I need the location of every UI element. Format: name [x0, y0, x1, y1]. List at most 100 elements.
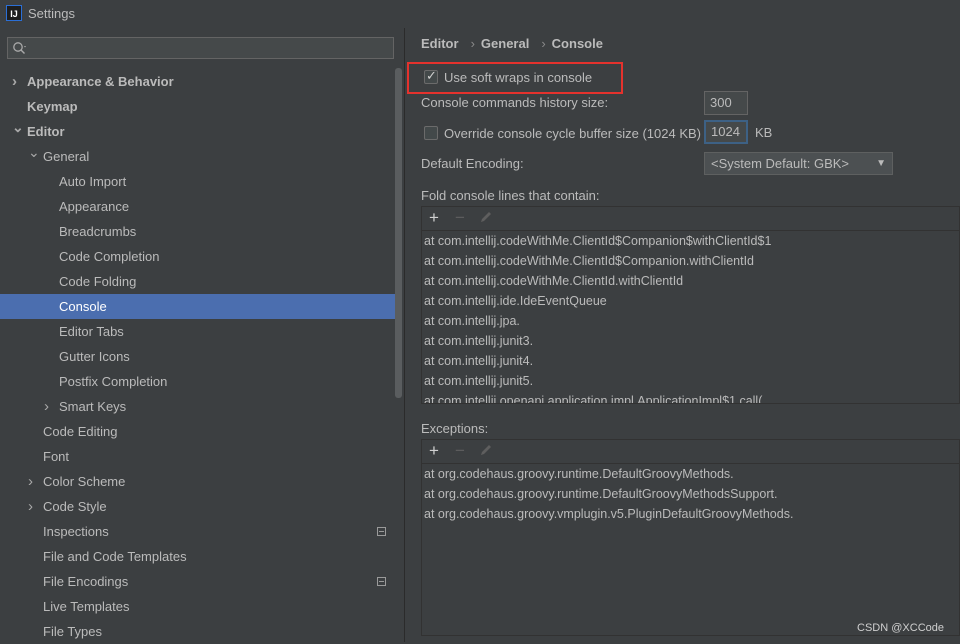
- list-item[interactable]: at com.intellij.codeWithMe.ClientId.with…: [422, 271, 959, 291]
- chevron-down-icon[interactable]: ⌄: [28, 140, 40, 165]
- override-buffer-label: Override console cycle buffer size (1024…: [444, 126, 701, 141]
- breadcrumb-separator-icon: ›: [470, 36, 475, 51]
- tree-item-editor[interactable]: ⌄ Editor: [0, 119, 404, 144]
- fold-lines-label: Fold console lines that contain:: [421, 188, 600, 203]
- tree-item-label: Gutter Icons: [59, 349, 130, 364]
- chevron-down-icon: ▼: [876, 158, 886, 169]
- tree-item-label: Keymap: [27, 99, 78, 114]
- intellij-logo-icon: IJ: [6, 5, 22, 21]
- tree-item-label: Appearance & Behavior: [27, 74, 174, 89]
- tree-item-live-templates[interactable]: Live Templates: [0, 594, 404, 619]
- soft-wraps-label: Use soft wraps in console: [444, 70, 593, 85]
- edit-pencil-icon[interactable]: [479, 210, 493, 224]
- tree-item-label: Code Style: [43, 499, 107, 514]
- tree-item-label: File Encodings: [43, 574, 129, 589]
- tree-item-smart-keys[interactable]: › Smart Keys: [0, 394, 404, 419]
- tree-item-label: Code Editing: [43, 424, 118, 439]
- tree-item-gutter-icons[interactable]: Gutter Icons: [0, 344, 404, 369]
- tree-item-keymap[interactable]: Keymap: [0, 94, 404, 119]
- list-item[interactable]: at com.intellij.junit5.: [422, 371, 959, 391]
- chevron-right-icon[interactable]: ›: [28, 469, 33, 494]
- tree-item-file-types[interactable]: File Types: [0, 619, 404, 644]
- project-scope-icon: [377, 527, 386, 536]
- list-item[interactable]: at com.intellij.junit4.: [422, 351, 959, 371]
- tree-item-breadcrumbs[interactable]: Breadcrumbs: [0, 219, 404, 244]
- remove-icon[interactable]: −: [455, 208, 465, 228]
- tree-item-label: Live Templates: [43, 599, 130, 614]
- add-icon[interactable]: +: [429, 441, 439, 461]
- tree-item-appearance-behavior[interactable]: › Appearance & Behavior: [0, 69, 404, 94]
- tree-item-label: Breadcrumbs: [59, 224, 137, 239]
- history-size-label: Console commands history size:: [421, 95, 609, 110]
- tree-item-label: Smart Keys: [59, 399, 127, 414]
- title-bar: IJ Settings: [0, 0, 960, 28]
- tree-item-file-encodings[interactable]: File Encodings: [0, 569, 404, 594]
- list-item[interactable]: at org.codehaus.groovy.vmplugin.v5.Plugi…: [422, 504, 959, 524]
- breadcrumb-console: Console: [551, 36, 603, 51]
- tree-item-color-scheme[interactable]: › Color Scheme: [0, 469, 404, 494]
- tree-item-label: Font: [43, 449, 70, 464]
- chevron-right-icon[interactable]: ›: [12, 69, 17, 94]
- breadcrumb-separator-icon: ›: [541, 36, 546, 51]
- tree-item-label: Inspections: [43, 524, 109, 539]
- tree-item-label: Code Folding: [59, 274, 137, 289]
- tree-item-code-style[interactable]: › Code Style: [0, 494, 404, 519]
- override-buffer-checkbox[interactable]: [424, 126, 438, 140]
- tree-item-appearance[interactable]: Appearance: [0, 194, 404, 219]
- breadcrumb-general: General: [480, 36, 530, 51]
- list-item[interactable]: at com.intellij.codeWithMe.ClientId$Comp…: [422, 231, 959, 251]
- exceptions-list-rows: at org.codehaus.groovy.runtime.DefaultGr…: [422, 464, 959, 524]
- exceptions-label: Exceptions:: [421, 421, 489, 436]
- fold-list-rows: at com.intellij.codeWithMe.ClientId$Comp…: [422, 231, 959, 403]
- window-title: Settings: [28, 6, 75, 21]
- list-item[interactable]: at com.intellij.openapi.application.impl…: [422, 391, 959, 403]
- tree-item-code-completion[interactable]: Code Completion: [0, 244, 404, 269]
- search-icon: [13, 42, 26, 54]
- tree-item-inspections[interactable]: Inspections: [0, 519, 404, 544]
- tree-item-label: Color Scheme: [43, 474, 126, 489]
- settings-sidebar: › Appearance & Behavior Keymap ⌄ Editor ⌄ Gene…: [0, 28, 404, 642]
- breadcrumb-editor: Editor: [421, 36, 459, 51]
- tree-item-postfix-completion[interactable]: Postfix Completion: [0, 369, 404, 394]
- chevron-down-icon[interactable]: ⌄: [12, 115, 24, 140]
- tree-item-code-editing[interactable]: Code Editing: [0, 419, 404, 444]
- soft-wraps-checkbox[interactable]: [424, 68, 438, 84]
- list-item[interactable]: at com.intellij.ide.IdeEventQueue: [422, 291, 959, 311]
- tree-item-label: Editor Tabs: [59, 324, 124, 339]
- remove-icon[interactable]: −: [455, 441, 465, 461]
- tree-item-editor-tabs[interactable]: Editor Tabs: [0, 319, 404, 344]
- buffer-unit-label: KB: [755, 125, 773, 140]
- tree-item-console[interactable]: Console: [0, 294, 397, 319]
- add-icon[interactable]: +: [429, 208, 439, 228]
- tree-item-font[interactable]: Font: [0, 444, 404, 469]
- list-item[interactable]: at com.intellij.codeWithMe.ClientId$Comp…: [422, 251, 959, 271]
- list-item[interactable]: at org.codehaus.groovy.runtime.DefaultGr…: [422, 464, 959, 484]
- exceptions-list-toolbar: + −: [422, 440, 959, 464]
- tree-item-file-code-templates[interactable]: File and Code Templates: [0, 544, 404, 569]
- tree-item-label: File and Code Templates: [43, 549, 187, 564]
- encoding-value: <System Default: GBK>: [711, 156, 850, 171]
- fold-list-toolbar: + −: [422, 207, 959, 231]
- breadcrumb: Editor › General › Console: [421, 36, 609, 51]
- sidebar-scrollbar[interactable]: [395, 68, 402, 398]
- chevron-right-icon[interactable]: ›: [28, 494, 33, 519]
- list-item[interactable]: at org.codehaus.groovy.runtime.DefaultGr…: [422, 484, 959, 504]
- tree-item-label: Code Completion: [59, 249, 160, 264]
- history-size-input[interactable]: 300: [704, 91, 748, 115]
- tree-item-auto-import[interactable]: Auto Import: [0, 169, 404, 194]
- encoding-dropdown[interactable]: <System Default: GBK> ▼: [704, 152, 893, 175]
- list-item[interactable]: at com.intellij.junit3.: [422, 331, 959, 351]
- encoding-label: Default Encoding:: [421, 156, 524, 171]
- tree-item-code-folding[interactable]: Code Folding: [0, 269, 404, 294]
- fold-lines-list: + − at com.intellij.codeWithMe.ClientId$…: [421, 206, 960, 404]
- buffer-size-input[interactable]: 1024: [704, 120, 748, 144]
- tree-item-label: General: [43, 149, 90, 164]
- tree-item-label: Auto Import: [59, 174, 127, 189]
- tree-item-label: Appearance: [59, 199, 130, 214]
- edit-pencil-icon[interactable]: [479, 443, 493, 457]
- list-item[interactable]: at com.intellij.jpa.: [422, 311, 959, 331]
- tree-item-label: Console: [59, 299, 107, 314]
- tree-item-general[interactable]: ⌄ General: [0, 144, 404, 169]
- chevron-right-icon[interactable]: ›: [44, 394, 49, 419]
- settings-search-input[interactable]: [7, 37, 394, 59]
